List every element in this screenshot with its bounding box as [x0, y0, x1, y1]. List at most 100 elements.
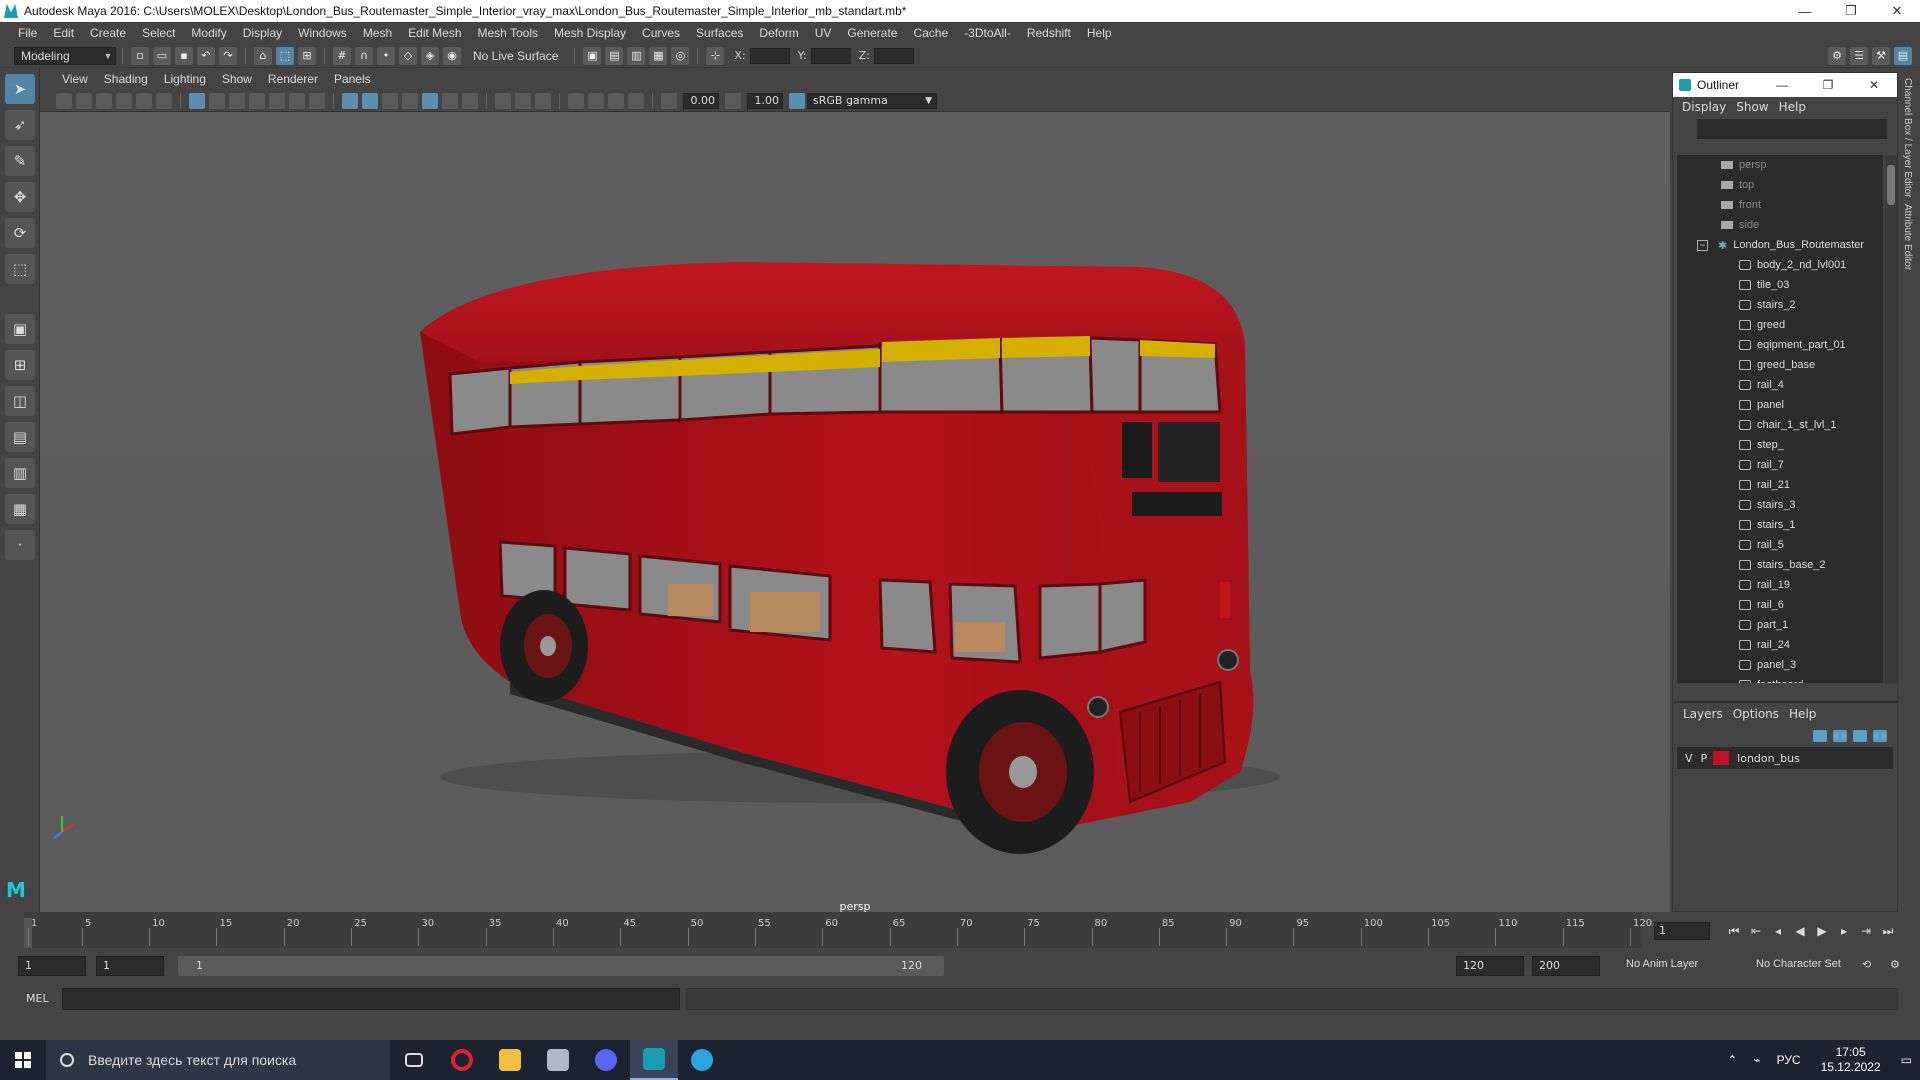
panel-menu-show[interactable]: Show — [214, 72, 260, 86]
list-item[interactable]: part_1 — [1677, 615, 1883, 635]
play-backward-icon[interactable]: ◀ — [1792, 924, 1808, 938]
menu-edit-mesh[interactable]: Edit Mesh — [400, 26, 469, 40]
multisample-aa-icon[interactable] — [535, 92, 551, 109]
outliner-list[interactable]: persp top front side − ✱ London_Bus_Routem… — [1677, 155, 1883, 683]
image-plane-icon[interactable] — [116, 92, 132, 109]
list-item[interactable]: side — [1677, 215, 1883, 235]
list-item[interactable]: − ✱ London_Bus_Routemaster — [1677, 235, 1883, 255]
new-layer-selected-icon[interactable] — [1873, 730, 1887, 742]
menu-mesh-display[interactable]: Mesh Display — [546, 26, 634, 40]
menu-3dtoall[interactable]: -3DtoAll- — [956, 26, 1019, 40]
taskbar-opera[interactable] — [438, 1040, 486, 1080]
list-item[interactable]: body_2_nd_lvl001 — [1677, 255, 1883, 275]
outliner-scrollbar[interactable] — [1885, 155, 1897, 683]
panel-menu-lighting[interactable]: Lighting — [156, 72, 214, 86]
grease-pencil-icon[interactable] — [156, 92, 172, 109]
move-layer-up-icon[interactable] — [1813, 730, 1827, 742]
list-item[interactable]: rail_19 — [1677, 575, 1883, 595]
list-item[interactable]: persp — [1677, 155, 1883, 175]
exposure-field[interactable]: 0.00 — [683, 92, 719, 109]
menu-help[interactable]: Help — [1079, 26, 1120, 40]
clock[interactable]: 17:05 15.12.2022 — [1821, 1045, 1881, 1075]
menu-create[interactable]: Create — [82, 26, 134, 40]
hypershade-icon[interactable]: ◎ — [671, 46, 690, 65]
list-item[interactable]: panel — [1677, 395, 1883, 415]
step-forward-key-icon[interactable]: ⇥ — [1858, 924, 1874, 938]
textured-icon[interactable] — [422, 92, 438, 109]
undo-icon[interactable]: ↶ — [197, 46, 215, 65]
outliner-menu-help[interactable]: Help — [1776, 100, 1813, 114]
layer-color-swatch[interactable] — [1713, 751, 1730, 765]
collapse-icon[interactable]: − — [1697, 239, 1708, 251]
move-tool-icon[interactable]: ✥ — [5, 182, 35, 212]
outliner-close-button[interactable]: ✕ — [1851, 78, 1897, 92]
menu-curves[interactable]: Curves — [634, 26, 688, 40]
four-pane-layout-icon[interactable]: ⊞ — [5, 350, 35, 380]
scrollbar-thumb[interactable] — [1887, 165, 1895, 205]
open-scene-icon[interactable]: ▭ — [153, 46, 171, 65]
layer-menu-help[interactable]: Help — [1785, 707, 1822, 721]
close-button[interactable]: ✕ — [1874, 0, 1920, 22]
list-item[interactable]: stairs_2 — [1677, 295, 1883, 315]
select-object-icon[interactable]: ⬚ — [276, 46, 294, 65]
new-scene-icon[interactable]: ▫ — [131, 46, 149, 65]
outliner-search-input[interactable] — [1697, 119, 1887, 139]
menu-modify[interactable]: Modify — [183, 26, 234, 40]
network-icon[interactable]: ⌁ — [1753, 1053, 1760, 1067]
go-to-start-icon[interactable]: ⏮ — [1726, 924, 1742, 938]
ipr-render-icon[interactable]: ▥ — [627, 46, 646, 65]
layer-menu-options[interactable]: Options — [1729, 707, 1785, 721]
end-time-field[interactable]: 200 — [1532, 956, 1600, 976]
select-component-icon[interactable]: ⊞ — [298, 46, 316, 65]
scale-tool-icon[interactable]: ⬚ — [5, 254, 35, 284]
default-material-icon[interactable] — [382, 92, 398, 109]
list-item[interactable]: stairs_1 — [1677, 515, 1883, 535]
redo-icon[interactable]: ↷ — [219, 46, 237, 65]
menu-set-select[interactable]: Modeling ▼ — [14, 46, 116, 65]
outliner-layout-icon[interactable]: ▤ — [5, 422, 35, 452]
timeline-ticks[interactable]: 1 5 10 15 20 25 30 35 40 45 50 55 60 65 70 75 80 85 90 95 10… — [24, 912, 1652, 948]
list-item[interactable]: rail_7 — [1677, 455, 1883, 475]
go-to-end-icon[interactable]: ⏭ — [1880, 924, 1896, 938]
panel-menu-shading[interactable]: Shading — [96, 72, 156, 86]
view-transform-select[interactable]: sRGB gamma ▼ — [807, 92, 937, 109]
notification-icon[interactable]: ▭ — [1901, 1053, 1912, 1067]
new-layer-icon[interactable] — [1853, 730, 1867, 742]
shadows-icon[interactable] — [462, 92, 478, 109]
start-time-field[interactable]: 1 — [18, 956, 86, 976]
rotate-tool-icon[interactable]: ⟳ — [5, 218, 35, 248]
list-item[interactable]: panel_3 — [1677, 655, 1883, 675]
taskbar-discord[interactable] — [582, 1040, 630, 1080]
more-layouts-icon[interactable]: · — [5, 530, 35, 560]
single-pane-layout-icon[interactable]: ▣ — [5, 314, 35, 344]
select-hierarchy-icon[interactable]: ⌂ — [254, 46, 272, 65]
perspective-viewport[interactable]: persp — [40, 112, 1670, 912]
grid-icon[interactable] — [189, 92, 205, 109]
list-item[interactable]: eqipment_part_01 — [1677, 335, 1883, 355]
snap-curve-icon[interactable]: ∩ — [355, 46, 373, 65]
modeling-toolkit-icon[interactable]: ⚙ — [1828, 46, 1846, 65]
panel-menu-renderer[interactable]: Renderer — [260, 72, 326, 86]
resolution-gate-icon[interactable] — [229, 92, 245, 109]
range-slider[interactable]: 1 120 — [178, 956, 944, 976]
render-view-icon[interactable]: ▣ — [583, 46, 602, 65]
field-chart-icon[interactable] — [269, 92, 285, 109]
menu-mesh[interactable]: Mesh — [355, 26, 400, 40]
outliner-minimize-button[interactable]: — — [1759, 78, 1805, 92]
save-scene-icon[interactable]: ▪ — [175, 46, 193, 65]
list-item[interactable]: chair_1_st_lvl_1 — [1677, 415, 1883, 435]
mel-input[interactable] — [62, 988, 680, 1010]
list-item[interactable]: greed — [1677, 315, 1883, 335]
snap-surface-icon[interactable]: ◈ — [421, 46, 439, 65]
film-gate-icon[interactable] — [209, 92, 225, 109]
list-item[interactable]: rail_24 — [1677, 635, 1883, 655]
panel-menu-view[interactable]: View — [54, 72, 96, 86]
menu-select[interactable]: Select — [134, 26, 183, 40]
lasso-tool-icon[interactable]: ➶ — [5, 110, 35, 140]
list-item[interactable]: front — [1677, 195, 1883, 215]
start-button[interactable] — [0, 1040, 46, 1080]
snap-plane-icon[interactable]: ◇ — [399, 46, 417, 65]
task-view-button[interactable] — [390, 1040, 438, 1080]
menu-windows[interactable]: Windows — [290, 26, 355, 40]
auto-key-icon[interactable]: ⟲ — [1862, 958, 1871, 971]
